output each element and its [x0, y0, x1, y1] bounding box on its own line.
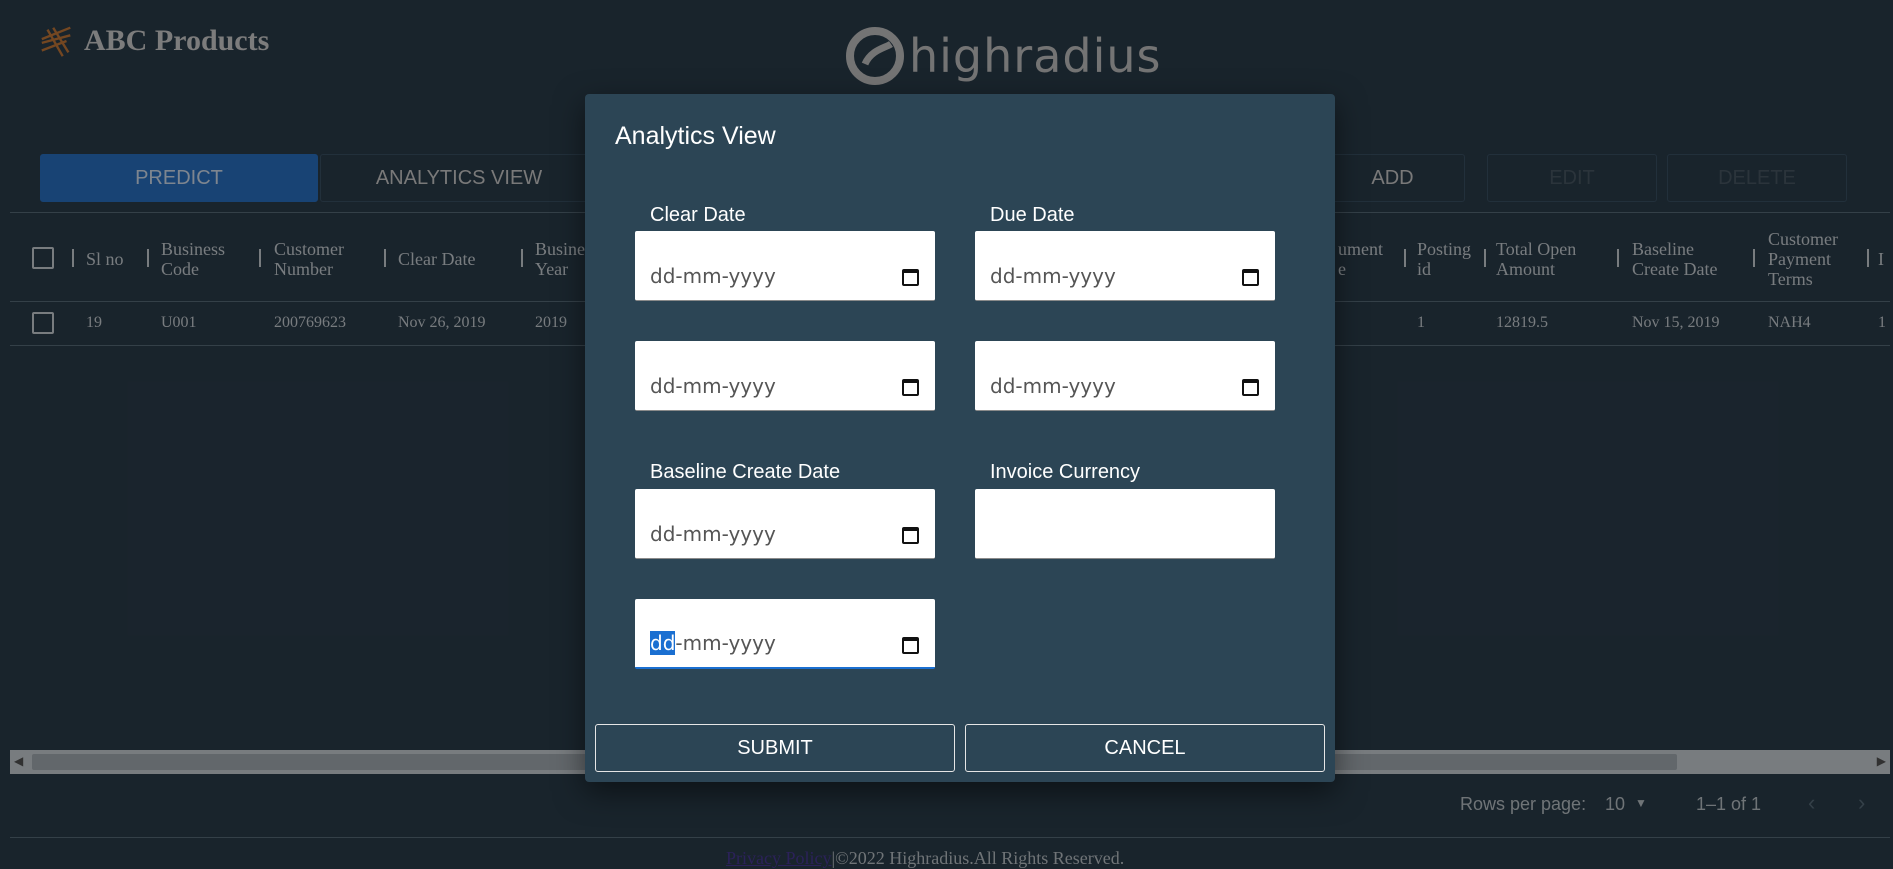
date-placeholder: dd-mm-yyyy [990, 373, 1116, 398]
selected-day-segment: dd [650, 631, 676, 655]
calendar-icon[interactable] [902, 527, 919, 544]
date-placeholder: dd-mm-yyyy [650, 373, 776, 398]
calendar-icon[interactable] [1242, 269, 1259, 286]
date-placeholder: dd-mm-yyyy [650, 521, 776, 546]
date-placeholder: dd-mm-yyyy [650, 263, 776, 288]
invoice-currency-input[interactable] [975, 489, 1275, 559]
clear-date-to-input[interactable]: dd-mm-yyyy [635, 341, 935, 411]
due-date-label: Due Date [990, 204, 1075, 226]
calendar-icon[interactable] [902, 379, 919, 396]
date-placeholder: dd-mm-yyyy [650, 631, 776, 655]
analytics-view-dialog: Analytics View Clear Date Due Date dd-mm… [585, 94, 1335, 782]
cancel-button[interactable]: CANCEL [965, 724, 1325, 772]
baseline-create-date-label: Baseline Create Date [650, 461, 841, 483]
due-date-to-input[interactable]: dd-mm-yyyy [975, 341, 1275, 411]
clear-date-from-input[interactable]: dd-mm-yyyy [635, 231, 935, 301]
dialog-title: Analytics View [615, 122, 776, 150]
due-date-from-input[interactable]: dd-mm-yyyy [975, 231, 1275, 301]
calendar-icon[interactable] [902, 269, 919, 286]
baseline-create-date-to-input[interactable]: dd-mm-yyyy [635, 599, 935, 669]
baseline-create-date-from-input[interactable]: dd-mm-yyyy [635, 489, 935, 559]
clear-date-label: Clear Date [650, 204, 746, 226]
calendar-icon[interactable] [902, 637, 919, 654]
calendar-icon[interactable] [1242, 379, 1259, 396]
submit-button[interactable]: SUBMIT [595, 724, 955, 772]
date-placeholder: dd-mm-yyyy [990, 263, 1116, 288]
date-placeholder-rest: -mm-yyyy [675, 631, 776, 655]
invoice-currency-label: Invoice Currency [990, 461, 1141, 483]
